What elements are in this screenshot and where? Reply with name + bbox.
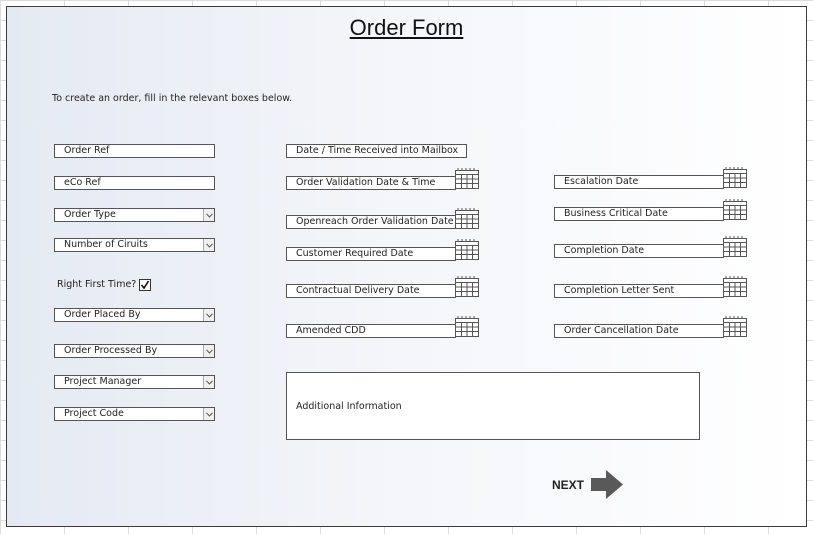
arrow-right-icon[interactable] (591, 470, 624, 499)
completion-date-label: Completion Date (564, 245, 645, 256)
right-first-time-checkbox[interactable] (139, 279, 151, 291)
additional-information-box[interactable]: Additional Information (286, 372, 700, 440)
order-ref-label: Order Ref (64, 145, 110, 156)
project-manager-label: Project Manager (64, 376, 142, 387)
calendar-icon[interactable] (455, 168, 479, 189)
chevron-down-icon[interactable] (203, 209, 214, 221)
order-ref-field[interactable]: Order Ref (54, 144, 215, 158)
chevron-down-icon[interactable] (203, 376, 214, 388)
order-cancellation-date-field[interactable]: Order Cancellation Date (554, 324, 724, 338)
calendar-icon[interactable] (455, 316, 479, 337)
business-critical-date-label: Business Critical Date (564, 208, 668, 219)
calendar-icon[interactable] (723, 167, 747, 188)
calendar-icon[interactable] (455, 276, 479, 297)
additional-information-label: Additional Information (296, 401, 402, 412)
calendar-icon[interactable] (723, 316, 747, 337)
chevron-down-icon[interactable] (203, 309, 214, 321)
number-of-circuits-label: Number of Ciruits (64, 239, 148, 250)
order-type-dropdown[interactable]: Order Type (54, 208, 215, 222)
order-processed-by-label: Order Processed By (64, 345, 158, 356)
instructions-text: To create an order, fill in the relevant… (52, 93, 293, 104)
completion-date-field[interactable]: Completion Date (554, 244, 724, 258)
order-validation-date-label: Order Validation Date & Time (296, 177, 436, 188)
eco-ref-label: eCo Ref (64, 177, 101, 188)
amended-cdd-field[interactable]: Amended CDD (286, 324, 456, 338)
calendar-icon[interactable] (723, 236, 747, 257)
completion-letter-sent-field[interactable]: Completion Letter Sent (554, 284, 724, 298)
page-title: Order Form (349, 15, 464, 40)
eco-ref-field[interactable]: eCo Ref (54, 176, 215, 190)
chevron-down-icon[interactable] (203, 239, 214, 251)
date-time-received-label: Date / Time Received into Mailbox (296, 145, 459, 156)
order-type-label: Order Type (64, 209, 116, 220)
order-validation-date-field[interactable]: Order Validation Date & Time (286, 176, 456, 190)
chevron-down-icon[interactable] (203, 408, 214, 420)
calendar-icon[interactable] (455, 239, 479, 260)
openreach-validation-date-field[interactable]: Openreach Order Validation Date (286, 215, 456, 229)
chevron-down-icon[interactable] (203, 345, 214, 357)
order-cancellation-date-label: Order Cancellation Date (564, 325, 679, 336)
escalation-date-label: Escalation Date (564, 176, 639, 187)
order-placed-by-dropdown[interactable]: Order Placed By (54, 308, 215, 322)
openreach-validation-date-label: Openreach Order Validation Date (296, 216, 454, 227)
escalation-date-field[interactable]: Escalation Date (554, 175, 724, 189)
project-code-dropdown[interactable]: Project Code (54, 407, 215, 421)
calendar-icon[interactable] (455, 208, 479, 229)
contractual-delivery-date-field[interactable]: Contractual Delivery Date (286, 284, 456, 298)
order-processed-by-dropdown[interactable]: Order Processed By (54, 344, 215, 358)
order-placed-by-label: Order Placed By (64, 309, 141, 320)
calendar-icon[interactable] (723, 276, 747, 297)
calendar-icon[interactable] (723, 199, 747, 220)
date-time-received-field[interactable]: Date / Time Received into Mailbox (286, 144, 467, 158)
amended-cdd-label: Amended CDD (296, 325, 366, 336)
contractual-delivery-date-label: Contractual Delivery Date (296, 285, 420, 296)
number-of-circuits-dropdown[interactable]: Number of Ciruits (54, 238, 215, 252)
completion-letter-sent-label: Completion Letter Sent (564, 285, 675, 296)
project-code-label: Project Code (64, 408, 124, 419)
business-critical-date-field[interactable]: Business Critical Date (554, 207, 724, 221)
checkmark-icon (140, 280, 150, 290)
project-manager-dropdown[interactable]: Project Manager (54, 375, 215, 389)
next-label[interactable]: NEXT (552, 478, 584, 492)
right-first-time-label: Right First Time? (57, 279, 137, 290)
customer-required-date-label: Customer Required Date (296, 248, 414, 259)
customer-required-date-field[interactable]: Customer Required Date (286, 247, 456, 261)
order-form: Order Form To create an order, fill in t… (6, 6, 807, 527)
